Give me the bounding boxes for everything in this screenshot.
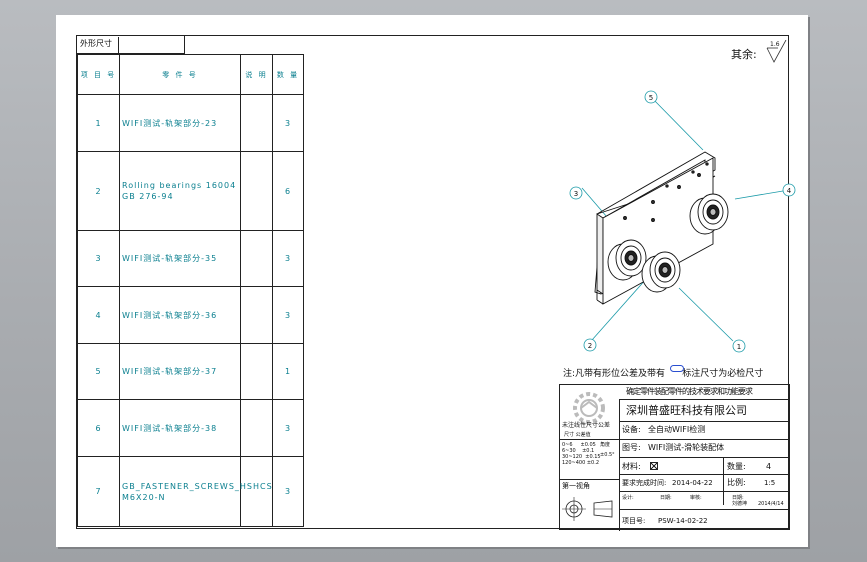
angle-value: ±0.5° [600,452,615,458]
tolerance-title: 未注线性尺寸公差 [562,422,611,429]
balloon-1: 1 [732,339,746,353]
angle-label: 角度 [600,442,611,448]
company-name: 深圳普盛旺科技有限公司 [626,404,747,417]
balloon-1-label: 1 [737,343,741,351]
bom-row: 7 GB_FASTENER_SCREWS_HSHCS M6X20-N 3 [77,456,304,527]
equipment-label: 设备: [622,425,641,434]
bom-row: 6 WIFI测试-轨架部分-38 3 [77,399,304,457]
projection-label: 第一视角 [562,482,590,490]
bom-header-item: 项 目 号 [77,54,120,95]
due-label: 要求完成时间: [622,479,667,487]
bom-part: WIFI测试-轨架部分-23 [119,94,241,152]
bom-item: 5 [77,343,120,400]
bom-header-desc: 说 明 [240,54,273,95]
bom-part: WIFI测试-轨架部分-38 [119,399,241,457]
approve-date: 2014/4/14 [758,501,784,507]
date-label: 日期: [660,495,672,501]
roughness-note: 其余: 1.6 [731,40,791,64]
drawing-frame: 外形尺寸 项 目 号 零 件 号 说 明 数 量 1 WIFI测试-轨架部分-2… [76,35,796,531]
bom-desc [240,456,273,527]
scale-label: 比例: [727,478,746,487]
balloon-2-label: 2 [588,342,592,350]
first-angle-projection-icon [562,497,613,521]
inspection-mark-icon [670,365,684,372]
roughness-symbol-icon: 1.6 [766,40,787,63]
bom-qty: 6 [272,151,304,231]
bom-desc [240,343,273,400]
bom-row: 5 WIFI测试-轨架部分-37 1 [77,343,304,400]
quantity-label: 数量: [727,462,746,471]
bom-qty: 3 [272,230,304,287]
assembly-view: 5 3 4 2 1 [569,90,796,353]
tolerance-row: 120~400 ±0.2 [562,460,600,466]
balloon-4: 4 [782,183,796,197]
bom-qty: 3 [272,399,304,457]
balloon-5-label: 5 [649,94,653,102]
bom-part: GB_FASTENER_SCREWS_HSHCS M6X20-N [119,456,272,527]
bom-qty: 1 [272,343,304,400]
bom-item: 7 [77,456,120,527]
title-block: 确定零件装配零件的技术要求和功能要求 深圳普盛旺科技有限公司 设备: 全自动WI… [559,384,790,531]
bom-qty: 3 [272,286,304,344]
bom-item: 1 [77,94,120,152]
bom-item: 6 [77,399,120,457]
inspection-note-text: 注:凡带有形位公差及带有 标注尺寸为必检尺寸 [563,369,764,379]
drawing-value: WIFI测试-滑轮装配体 [648,443,725,452]
bom-part: WIFI测试-轨架部分-36 [119,286,241,344]
bom-desc [240,94,273,152]
tolerance-subtitle: 尺寸 公差值 [564,432,591,438]
bom-qty: 3 [272,456,304,527]
roughness-label: 其余: [731,48,757,61]
bom-item: 2 [77,151,120,231]
due-value: 2014-04-22 [672,479,713,487]
bom-item: 3 [77,230,120,287]
bom-row: 1 WIFI测试-轨架部分-23 3 [77,94,304,152]
bom-row: 3 WIFI测试-轨架部分-35 3 [77,230,304,287]
check-label: 审核: [690,495,702,501]
bom-header-part: 零 件 号 [119,54,241,95]
bom-desc [240,151,273,231]
bom-row: 2 Rolling bearings 16004 GB 276-94 6 [77,151,304,231]
design-label: 设计: [622,495,634,501]
material-box-icon [650,462,658,470]
bom-header-row: 项 目 号 零 件 号 说 明 数 量 [77,54,304,95]
bom-qty: 3 [272,94,304,152]
equipment-value: 全自动WIFI检测 [648,425,706,434]
quantity-value: 4 [766,462,772,471]
bom-desc [240,230,273,287]
inspection-note: 注:凡带有形位公差及带有 标注尺寸为必检尺寸 [563,361,793,379]
material-label: 材料: [622,462,641,471]
project-label: 项目号: [622,517,646,525]
balloon-5: 5 [644,90,658,104]
bom-title: 外形尺寸 [77,37,119,53]
bom-title-row: 外形尺寸 [77,36,185,54]
bom-row: 4 WIFI测试-轨架部分-36 3 [77,286,304,344]
approver-name: 刘德坤 [732,501,748,507]
balloon-3-label: 3 [574,190,578,198]
bom-part: WIFI测试-轨架部分-37 [119,343,241,400]
drawing-sheet: 外形尺寸 项 目 号 零 件 号 说 明 数 量 1 WIFI测试-轨架部分-2… [56,15,808,547]
drawing-label: 图号: [622,443,641,452]
title-header: 确定零件装配零件的技术要求和功能要求 [626,387,753,396]
roughness-value: 1.6 [770,41,780,48]
balloon-2: 2 [583,338,597,352]
scale-value: 1:5 [764,479,776,487]
balloon-4-label: 4 [787,187,792,195]
bom-part: Rolling bearings 16004 GB 276-94 [119,151,241,231]
balloon-3: 3 [569,186,583,200]
project-value: PSW-14-02-22 [658,517,708,525]
bom-part: WIFI测试-轨架部分-35 [119,230,241,287]
bom-item: 4 [77,286,120,344]
bom-desc [240,399,273,457]
bom-table: 项 目 号 零 件 号 说 明 数 量 1 WIFI测试-轨架部分-23 3 2… [77,54,304,527]
bom-header-qty: 数 量 [272,54,304,95]
bom-desc [240,286,273,344]
